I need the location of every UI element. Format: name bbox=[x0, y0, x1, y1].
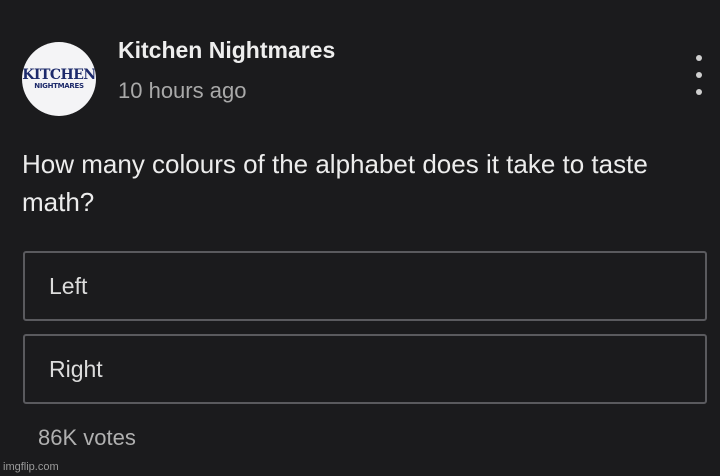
avatar-logo-bottom: NIGHTMARES bbox=[34, 81, 84, 90]
poll-option-label: Left bbox=[49, 272, 88, 299]
vote-count: 86K votes bbox=[38, 425, 136, 450]
post-timestamp: 10 hours ago bbox=[118, 78, 247, 103]
poll-option-label: Right bbox=[49, 355, 103, 382]
menu-dot bbox=[696, 72, 702, 78]
menu-dot bbox=[696, 89, 702, 95]
channel-avatar[interactable]: KITCHEN NIGHTMARES bbox=[22, 42, 96, 116]
poll-question: How many colours of the alphabet does it… bbox=[22, 149, 648, 217]
channel-name[interactable]: Kitchen Nightmares bbox=[118, 37, 335, 64]
menu-dot bbox=[696, 55, 702, 61]
poll-option-right[interactable]: Right bbox=[23, 334, 707, 404]
poll-option-left[interactable]: Left bbox=[23, 251, 707, 321]
avatar-logo-top: KITCHEN bbox=[22, 66, 96, 83]
more-vertical-icon[interactable] bbox=[690, 55, 708, 95]
watermark: imgflip.com bbox=[3, 461, 59, 473]
community-poll-post: KITCHEN NIGHTMARES Kitchen Nightmares 10… bbox=[0, 0, 720, 476]
